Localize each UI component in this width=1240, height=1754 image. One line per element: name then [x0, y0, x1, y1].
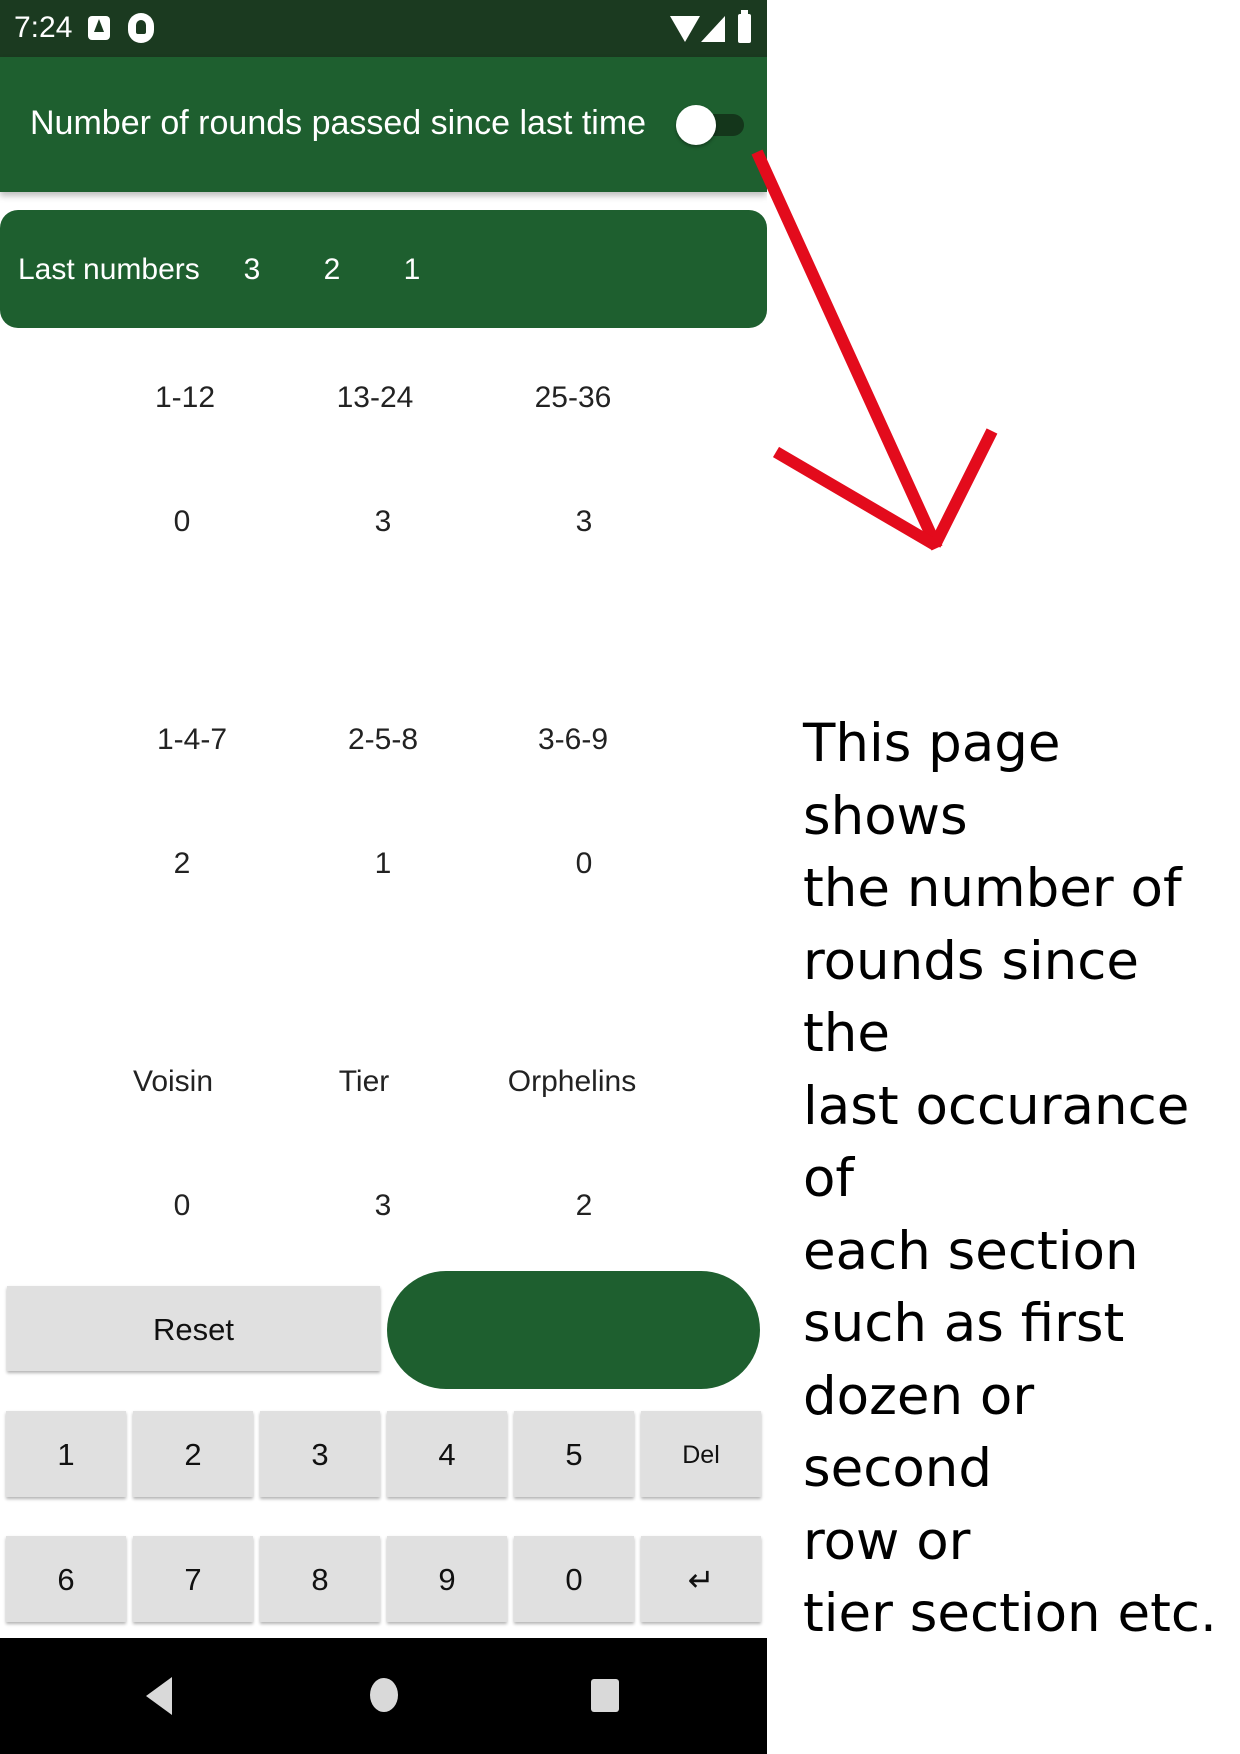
phone-screen: 7:24 Number of rounds passed since last …: [0, 0, 767, 1754]
key-6[interactable]: 6: [6, 1536, 126, 1622]
section-count-dozen-2: 3: [374, 505, 392, 538]
back-icon[interactable]: [146, 1677, 172, 1715]
cell-signal-icon: [701, 16, 725, 42]
key-2[interactable]: 2: [133, 1411, 253, 1497]
key-3[interactable]: 3: [260, 1411, 380, 1497]
annotation-text: This page shows the number of rounds sin…: [803, 713, 1217, 1644]
key-4[interactable]: 4: [387, 1411, 507, 1497]
section-count-voisin: 0: [173, 1189, 191, 1222]
section-label-row-2: 2-5-8: [347, 723, 419, 756]
page-title: Number of rounds passed since last time: [30, 104, 647, 142]
status-bar: 7:24: [0, 0, 767, 57]
last-number-2: 2: [323, 253, 341, 286]
section-label-row-3: 3-6-9: [537, 723, 609, 756]
last-numbers-label: Last numbers: [18, 253, 200, 286]
last-numbers-panel: Last numbers 3 2 1: [0, 210, 767, 328]
section-label-tier: Tier: [338, 1065, 390, 1098]
section-count-dozen-1: 0: [173, 505, 191, 538]
section-count-dozen-3: 3: [575, 505, 593, 538]
system-nav-bar: [0, 1638, 767, 1754]
key-5[interactable]: 5: [514, 1411, 634, 1497]
section-count-row-1: 2: [173, 847, 191, 880]
section-count-row-3: 0: [575, 847, 593, 880]
section-label-orphelins: Orphelins: [507, 1065, 637, 1098]
app-bar: Number of rounds passed since last time: [0, 57, 767, 192]
key-7[interactable]: 7: [133, 1536, 253, 1622]
last-number-1: 3: [243, 253, 261, 286]
arrow-head-left: [772, 446, 939, 551]
enter-icon: ↵: [687, 1561, 715, 1599]
section-label-dozen-1: 1-12: [154, 381, 216, 414]
key-9[interactable]: 9: [387, 1536, 507, 1622]
enter-key[interactable]: ↵: [641, 1536, 761, 1622]
last-number-3: 1: [403, 253, 421, 286]
key-1[interactable]: 1: [6, 1411, 126, 1497]
notification-key-icon: [128, 13, 154, 43]
battery-icon: [738, 10, 751, 43]
reset-button[interactable]: Reset: [7, 1286, 380, 1371]
recents-icon[interactable]: [591, 1679, 619, 1712]
wifi-icon: [670, 16, 700, 42]
rounds-mode-toggle[interactable]: [676, 105, 744, 145]
section-label-dozen-2: 13-24: [336, 381, 414, 414]
section-count-row-2: 1: [374, 847, 392, 880]
key-8[interactable]: 8: [260, 1536, 380, 1622]
section-label-voisin: Voisin: [132, 1065, 214, 1098]
section-count-orphelins: 2: [575, 1189, 593, 1222]
section-label-dozen-3: 25-36: [534, 381, 612, 414]
home-icon[interactable]: [370, 1678, 398, 1712]
delete-key[interactable]: Del: [641, 1411, 761, 1497]
arrow-shaft: [751, 149, 943, 551]
section-count-tier: 3: [374, 1189, 392, 1222]
status-time: 7:24: [14, 11, 73, 44]
key-0[interactable]: 0: [514, 1536, 634, 1622]
notification-app-icon: [88, 16, 110, 40]
green-action-button[interactable]: [387, 1271, 760, 1389]
arrow-head-right: [929, 428, 998, 548]
section-label-row-1: 1-4-7: [156, 723, 228, 756]
toggle-thumb: [676, 105, 716, 145]
